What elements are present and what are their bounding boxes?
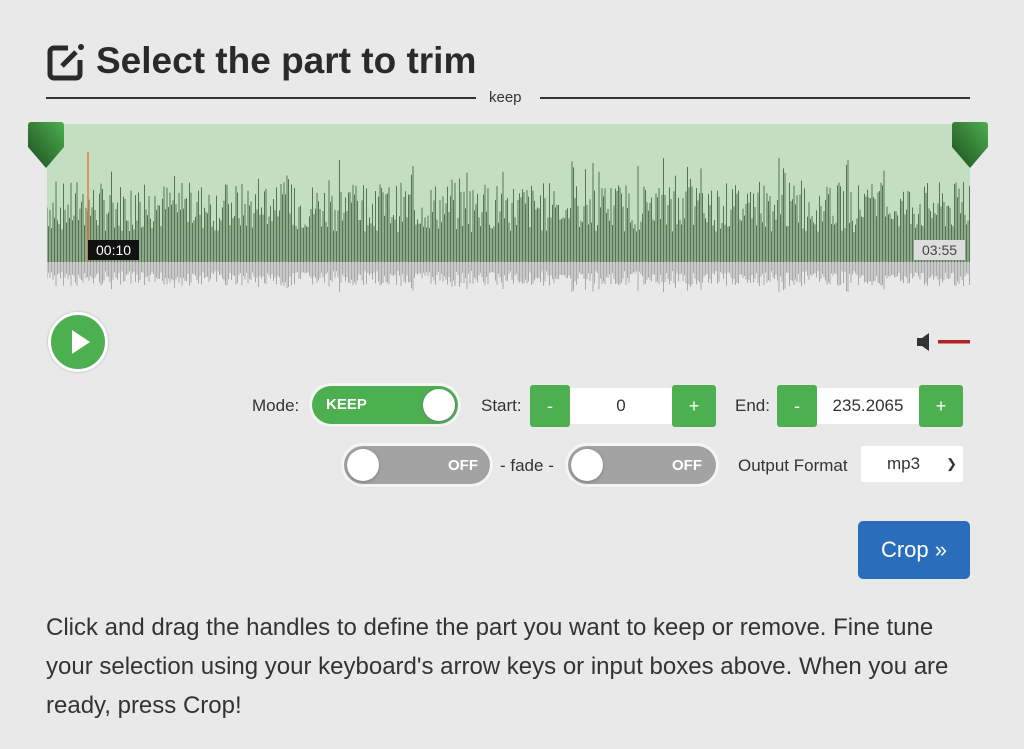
volume-slider [938,340,970,344]
waveform-reflection [47,262,970,292]
crop-button[interactable]: Crop » [858,521,970,579]
format-value: mp3 [887,454,921,473]
chevron-down-icon: ❯ [946,456,957,471]
fade-in-toggle[interactable]: OFF [344,446,490,484]
start-increment-button[interactable]: + [672,385,716,427]
divider [540,97,970,99]
fade-out-toggle[interactable]: OFF [568,446,716,484]
divider-label: keep [489,89,522,106]
fade-in-value: OFF [448,457,478,474]
fade-out-value: OFF [672,457,702,474]
end-input[interactable]: 235.2065 [817,388,919,424]
mode-toggle[interactable]: KEEP [312,386,458,424]
speaker-icon [917,333,929,351]
help-text: Click and drag the handles to define the… [46,614,949,719]
end-handle[interactable] [952,122,988,168]
end-label: End: [735,396,770,415]
start-handle[interactable] [28,122,64,168]
start-decrement-button[interactable]: - [530,385,570,427]
waveform[interactable] [47,124,970,292]
duration: 03:55 [914,240,966,260]
format-label: Output Format [738,456,848,475]
format-select[interactable]: mp3 ❯ [861,446,963,482]
fade-label: - fade - [500,456,554,475]
edit-icon [47,44,84,81]
play-button[interactable] [48,312,108,372]
divider [46,97,476,99]
play-icon [72,330,90,354]
start-input[interactable]: 0 [570,388,672,424]
page-title: Select the part to trim [96,40,477,81]
mode-value: KEEP [326,396,367,413]
end-increment-button[interactable]: + [919,385,963,427]
end-decrement-button[interactable]: - [777,385,817,427]
start-label: Start: [481,396,522,415]
mode-label: Mode: [252,396,300,415]
volume-control[interactable] [916,333,972,351]
current-time: 00:10 [88,240,140,260]
